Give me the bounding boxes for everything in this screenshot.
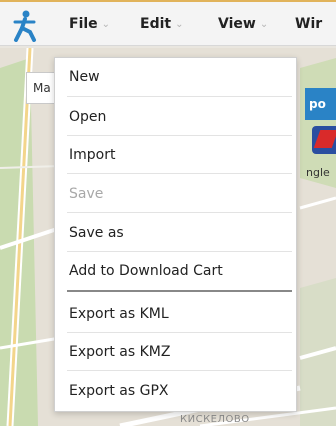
menu-file[interactable]: File ⌄ [69,2,110,46]
menu-view[interactable]: View ⌄ [218,2,268,46]
menu-divider [67,173,292,174]
menu-item-save: Save [69,186,104,202]
chevron-down-icon: ⌄ [175,19,184,30]
menu-window-label: Wir [295,16,323,32]
menu-divider [67,96,292,97]
menubar: File ⌄ Edit ⌄ View ⌄ Wir [0,0,336,46]
menu-divider [67,135,292,136]
map-layer-chip-label: Ma [33,81,51,95]
map-street-label: КИСКЕЛОВО [180,414,250,425]
menu-item-open[interactable]: Open [55,102,296,132]
menu-window[interactable]: Wir [295,2,322,46]
menu-edit-label: Edit [140,16,172,32]
menu-divider [67,212,292,213]
menu-item-export-kml[interactable]: Export as KML [55,299,296,329]
menu-item-export-gpx[interactable]: Export as GPX [55,376,296,406]
menu-item-add-to-download-cart[interactable]: Add to Download Cart [55,256,296,286]
menu-divider [67,251,292,252]
menu-file-label: File [69,16,98,32]
menu-edit[interactable]: Edit ⌄ [140,2,183,46]
side-panel-badge-icon[interactable] [312,126,336,154]
menu-view-label: View [218,16,256,32]
chevron-down-icon: ⌄ [259,19,269,30]
menu-item-import[interactable]: Import [55,140,296,170]
side-panel-header[interactable]: po [305,88,336,120]
menu-section-divider [67,290,292,292]
chevron-down-icon: ⌄ [101,19,111,30]
menu-divider [67,332,292,333]
menu-item-new[interactable]: New [55,62,296,92]
hiker-logo-icon[interactable] [12,10,38,42]
side-panel-text: ngle [306,166,330,179]
menu-divider [67,370,292,371]
file-menu-dropdown: New Open Import Save Save as Add to Down… [54,57,297,412]
map-layer-chip[interactable]: Ma [26,72,58,104]
menu-item-save-as[interactable]: Save as [55,218,296,248]
menu-item-export-kmz[interactable]: Export as KMZ [55,337,296,367]
side-panel-label: po [309,97,326,111]
